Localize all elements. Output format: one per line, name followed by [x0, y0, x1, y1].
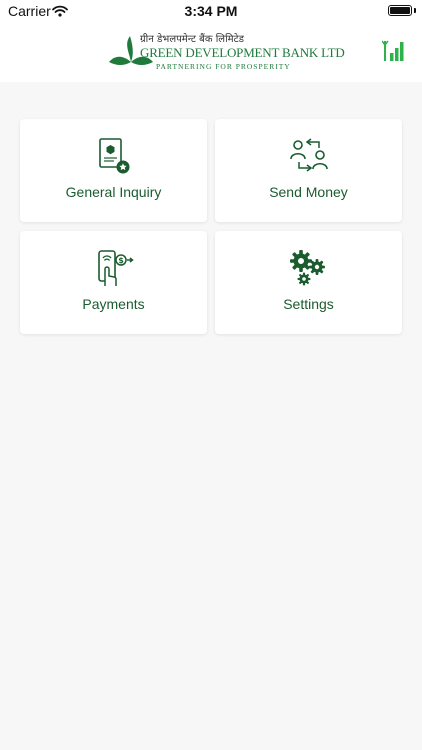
bank-logo: ग्रीन डेभलपमेन्ट बैंक लिमिटेड GREEN DEVE… — [108, 30, 345, 74]
payments-tile[interactable]: $ Payments — [20, 231, 207, 334]
signal-strength-icon[interactable] — [381, 39, 406, 68]
send-money-transfer-icon — [289, 138, 328, 172]
logo-bank-name: GREEN DEVELOPMENT BANK LTD — [140, 45, 345, 60]
battery-icon — [388, 5, 412, 16]
svg-text:$: $ — [118, 256, 124, 265]
payments-label: Payments — [82, 296, 145, 312]
status-bar: Carrier 3:34 PM — [0, 0, 422, 22]
logo-tagline: PARTNERING FOR PROSPERITY — [156, 62, 291, 71]
inquiry-document-icon — [98, 138, 129, 174]
status-time: 3:34 PM — [184, 3, 238, 19]
settings-gears-icon — [289, 250, 325, 286]
general-inquiry-tile[interactable]: General Inquiry — [20, 119, 207, 222]
send-money-label: Send Money — [269, 184, 348, 200]
settings-tile[interactable]: Settings — [215, 231, 402, 334]
general-inquiry-label: General Inquiry — [65, 184, 162, 200]
app-header: ग्रीन डेभलपमेन्ट बैंक लिमिटेड GREEN DEVE… — [0, 22, 422, 82]
logo-devanagari-text: ग्रीन डेभलपमेन्ट बैंक लिमिटेड — [140, 34, 245, 45]
send-money-tile[interactable]: Send Money — [215, 119, 402, 222]
mobile-payment-icon: $ — [97, 250, 134, 286]
settings-label: Settings — [283, 296, 334, 312]
battery-tip — [414, 8, 416, 13]
